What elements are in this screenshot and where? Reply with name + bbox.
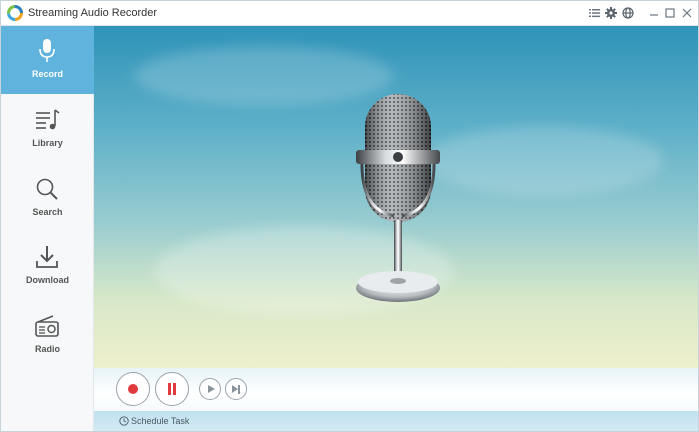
record-stage xyxy=(94,26,698,368)
download-icon xyxy=(36,246,58,268)
sidebar-item-search[interactable]: Search xyxy=(1,164,94,232)
microphone-icon xyxy=(39,39,55,62)
pause-button[interactable] xyxy=(155,372,189,406)
menu-list-icon[interactable] xyxy=(588,6,602,20)
record-button[interactable] xyxy=(116,372,150,406)
sidebar-item-label: Download xyxy=(26,275,69,285)
app-window: Streaming Audio Recorder Record Library … xyxy=(0,0,699,432)
schedule-task-link[interactable]: Schedule Task xyxy=(131,416,189,426)
sidebar-item-label: Record xyxy=(31,69,63,79)
sidebar-item-library[interactable]: Library xyxy=(1,95,94,163)
minimize-icon[interactable] xyxy=(647,6,661,20)
sidebar-item-label: Library xyxy=(32,138,63,148)
status-bar: Schedule Task xyxy=(94,411,698,431)
play-button[interactable] xyxy=(199,378,221,400)
sidebar-item-record[interactable]: Record xyxy=(1,26,94,94)
close-icon[interactable] xyxy=(680,6,694,20)
sidebar-item-label: Search xyxy=(32,207,63,217)
sidebar-item-label: Radio xyxy=(34,344,60,354)
title-bar: Streaming Audio Recorder xyxy=(1,1,698,26)
sidebar-item-radio[interactable]: Radio xyxy=(1,301,94,369)
maximize-icon[interactable] xyxy=(663,6,677,20)
window-title: Streaming Audio Recorder xyxy=(28,7,158,19)
globe-icon[interactable] xyxy=(621,6,635,20)
skip-next-button[interactable] xyxy=(225,378,247,400)
clock-icon xyxy=(119,416,129,426)
radio-icon xyxy=(35,315,59,337)
playback-controls xyxy=(94,368,698,411)
search-icon xyxy=(36,178,58,200)
music-list-icon xyxy=(36,109,60,130)
app-logo-icon xyxy=(7,5,23,21)
settings-gear-icon[interactable] xyxy=(604,6,618,20)
background-cloud xyxy=(424,126,664,196)
sidebar-item-download[interactable]: Download xyxy=(1,232,94,300)
studio-microphone-icon xyxy=(356,94,440,302)
sidebar: Record Library Search Download Radio xyxy=(1,26,94,431)
